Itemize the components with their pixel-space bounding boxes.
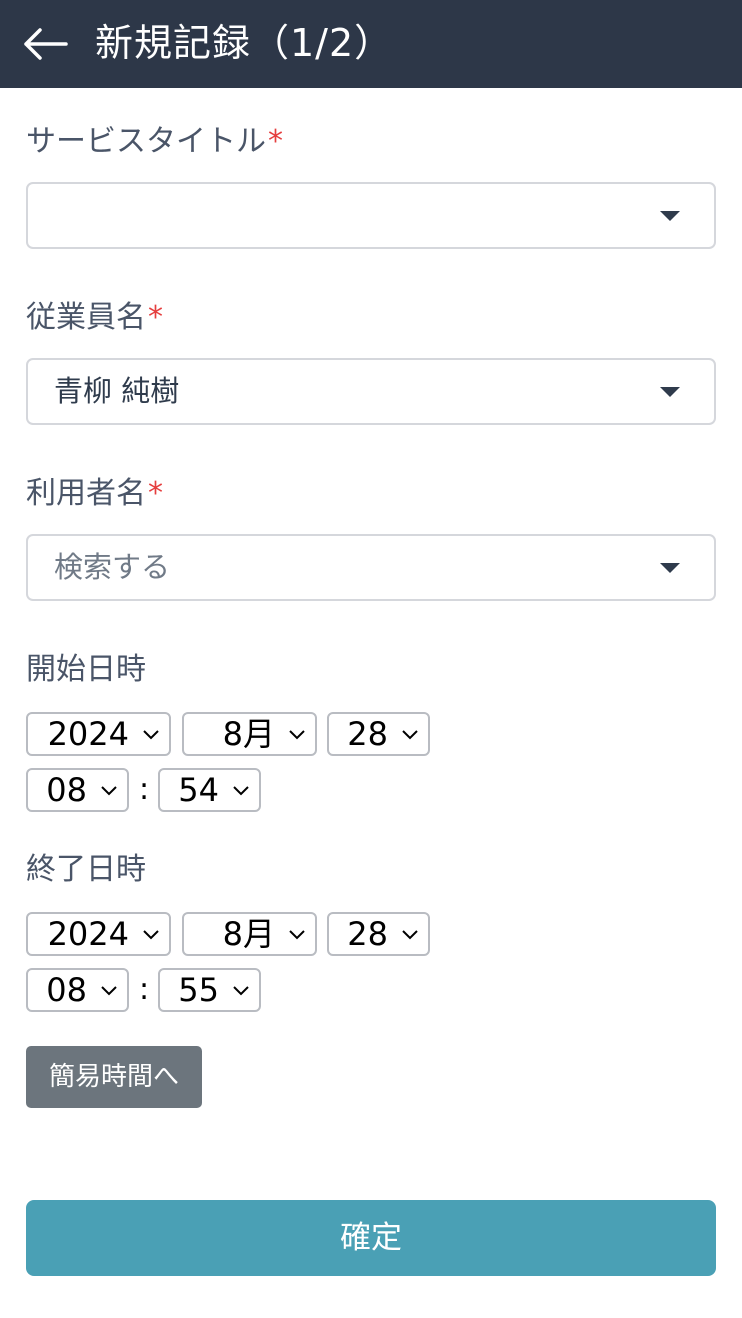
- end-datetime-label: 終了日時: [26, 852, 146, 887]
- start-day-select[interactable]: 28: [327, 712, 430, 756]
- employee-label-text: 従業員名: [26, 300, 146, 335]
- chevron-down-icon: [143, 730, 159, 740]
- caret-down-icon: [660, 211, 680, 221]
- start-year-select[interactable]: 2024: [26, 712, 171, 756]
- start-minute-value: 54: [178, 771, 219, 809]
- service-title-select[interactable]: [26, 182, 716, 249]
- end-hour-select[interactable]: 08: [26, 968, 129, 1012]
- required-marker: *: [148, 300, 163, 335]
- arrow-left-icon: [24, 28, 68, 60]
- time-separator: :: [139, 972, 150, 1007]
- service-title-label-text: サービスタイトル: [26, 124, 266, 159]
- end-year-value: 2024: [47, 915, 129, 953]
- back-button[interactable]: [20, 22, 70, 66]
- page-title: 新規記録（1/2）: [95, 21, 394, 65]
- user-search-select[interactable]: 検索する: [26, 534, 716, 601]
- end-month-select[interactable]: 8月: [182, 912, 317, 956]
- caret-down-icon: [660, 563, 680, 573]
- service-title-label: サービスタイトル*: [26, 122, 283, 162]
- user-label: 利用者名*: [26, 474, 163, 514]
- required-marker: *: [148, 476, 163, 511]
- chevron-down-icon: [402, 930, 418, 940]
- end-minute-select[interactable]: 55: [158, 968, 261, 1012]
- start-month-value: 8月: [222, 715, 275, 753]
- chevron-down-icon: [289, 730, 305, 740]
- start-hour-select[interactable]: 08: [26, 768, 129, 812]
- end-day-value: 28: [347, 915, 388, 953]
- chevron-down-icon: [143, 930, 159, 940]
- user-search-placeholder: 検索する: [54, 550, 171, 584]
- start-minute-select[interactable]: 54: [158, 768, 261, 812]
- end-day-select[interactable]: 28: [327, 912, 430, 956]
- user-label-text: 利用者名: [26, 476, 146, 511]
- start-datetime-label: 開始日時: [26, 652, 146, 687]
- time-separator: :: [139, 772, 150, 807]
- simple-time-button[interactable]: 簡易時間へ: [26, 1046, 202, 1108]
- chevron-down-icon: [101, 786, 117, 796]
- app-header: 新規記録（1/2）: [0, 0, 742, 88]
- employee-label: 従業員名*: [26, 298, 163, 338]
- required-marker: *: [268, 124, 283, 159]
- end-year-select[interactable]: 2024: [26, 912, 171, 956]
- chevron-down-icon: [101, 986, 117, 996]
- employee-value: 青柳 純樹: [54, 374, 180, 408]
- start-hour-value: 08: [46, 771, 87, 809]
- start-month-select[interactable]: 8月: [182, 712, 317, 756]
- end-hour-value: 08: [46, 971, 87, 1009]
- end-month-value: 8月: [222, 915, 275, 953]
- end-minute-value: 55: [178, 971, 219, 1009]
- caret-down-icon: [660, 387, 680, 397]
- chevron-down-icon: [233, 986, 249, 996]
- chevron-down-icon: [402, 730, 418, 740]
- start-day-value: 28: [347, 715, 388, 753]
- chevron-down-icon: [289, 930, 305, 940]
- confirm-button[interactable]: 確定: [26, 1200, 716, 1276]
- start-year-value: 2024: [47, 715, 129, 753]
- chevron-down-icon: [233, 786, 249, 796]
- employee-select[interactable]: 青柳 純樹: [26, 358, 716, 425]
